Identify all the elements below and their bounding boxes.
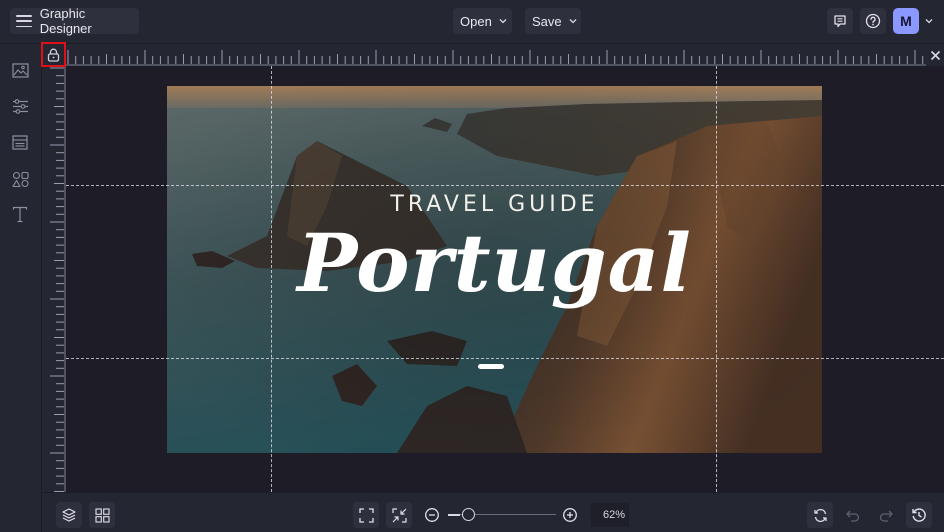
tool-sidebar (0, 44, 42, 532)
guide-vertical[interactable] (716, 66, 717, 492)
hamburger-icon (16, 15, 32, 27)
chevron-down-icon (569, 19, 577, 24)
design-subtitle[interactable]: TRAVEL GUIDE (167, 192, 822, 217)
refresh-icon (813, 508, 827, 522)
zoom-in-icon (563, 508, 577, 522)
design-artboard[interactable]: TRAVEL GUIDE Portugal (167, 86, 822, 453)
guide-horizontal[interactable] (66, 358, 944, 359)
zoom-level-input[interactable]: 62% (591, 503, 629, 527)
shrink-icon (391, 507, 407, 523)
close-icon (930, 50, 940, 60)
text-icon (12, 206, 28, 222)
guide-vertical[interactable] (271, 66, 272, 492)
save-label: Save (532, 13, 562, 29)
graphic-designer-app: Graphic Designer Open Save M TRAVEL GUID… (0, 0, 944, 532)
replace-button[interactable] (807, 502, 833, 528)
grid-icon (94, 507, 110, 523)
vertical-ruler[interactable] (42, 66, 66, 492)
layers-button[interactable] (56, 502, 82, 528)
zoom-out-icon (425, 508, 439, 522)
main-menu-button[interactable]: Graphic Designer (10, 6, 139, 36)
layout-icon (12, 134, 28, 150)
design-title[interactable]: Portugal (167, 216, 822, 310)
layers-icon (62, 508, 76, 522)
design-divider[interactable] (478, 364, 504, 369)
guide-horizontal[interactable] (66, 185, 944, 186)
sidebar-item-shapes[interactable] (10, 169, 30, 189)
ruler-lock-button[interactable] (41, 42, 66, 67)
history-icon (912, 508, 926, 522)
redo-button[interactable] (873, 502, 899, 528)
undo-button[interactable] (840, 502, 866, 528)
horizontal-ruler[interactable] (66, 44, 926, 66)
sidebar-item-backgrounds[interactable] (10, 132, 30, 152)
history-button[interactable] (906, 502, 932, 528)
zoom-out-button[interactable] (419, 502, 445, 528)
save-button[interactable]: Save (525, 8, 581, 34)
shapes-icon (11, 171, 29, 187)
zoom-slider-fill (448, 514, 460, 516)
top-bar: Graphic Designer Open Save M (0, 0, 944, 44)
sidebar-item-text[interactable] (10, 204, 30, 224)
actual-size-button[interactable] (386, 502, 412, 528)
help-button[interactable] (860, 8, 886, 34)
close-rulers-button[interactable] (926, 44, 944, 66)
chevron-down-icon (499, 19, 507, 24)
user-avatar[interactable]: M (893, 8, 919, 34)
sidebar-item-adjustments[interactable] (10, 96, 30, 116)
sliders-icon (12, 98, 28, 114)
grid-view-button[interactable] (89, 502, 115, 528)
sidebar-item-images[interactable] (10, 60, 30, 80)
open-button[interactable]: Open (453, 8, 512, 34)
zoom-slider-handle[interactable] (462, 508, 476, 521)
expand-icon (358, 507, 374, 523)
lock-icon (47, 48, 60, 62)
help-icon (865, 13, 881, 29)
account-chevron-down-icon[interactable] (924, 16, 934, 26)
feedback-icon (834, 15, 846, 28)
open-label: Open (460, 13, 492, 29)
bottom-toolbar: 62% (42, 492, 944, 532)
feedback-button[interactable] (827, 8, 853, 34)
zoom-in-button[interactable] (557, 502, 583, 528)
image-icon (11, 62, 29, 78)
app-title: Graphic Designer (39, 6, 92, 36)
undo-icon (846, 510, 860, 522)
canvas-workspace[interactable]: TRAVEL GUIDE Portugal (66, 66, 944, 492)
redo-icon (879, 510, 893, 522)
fit-to-screen-button[interactable] (353, 502, 379, 528)
